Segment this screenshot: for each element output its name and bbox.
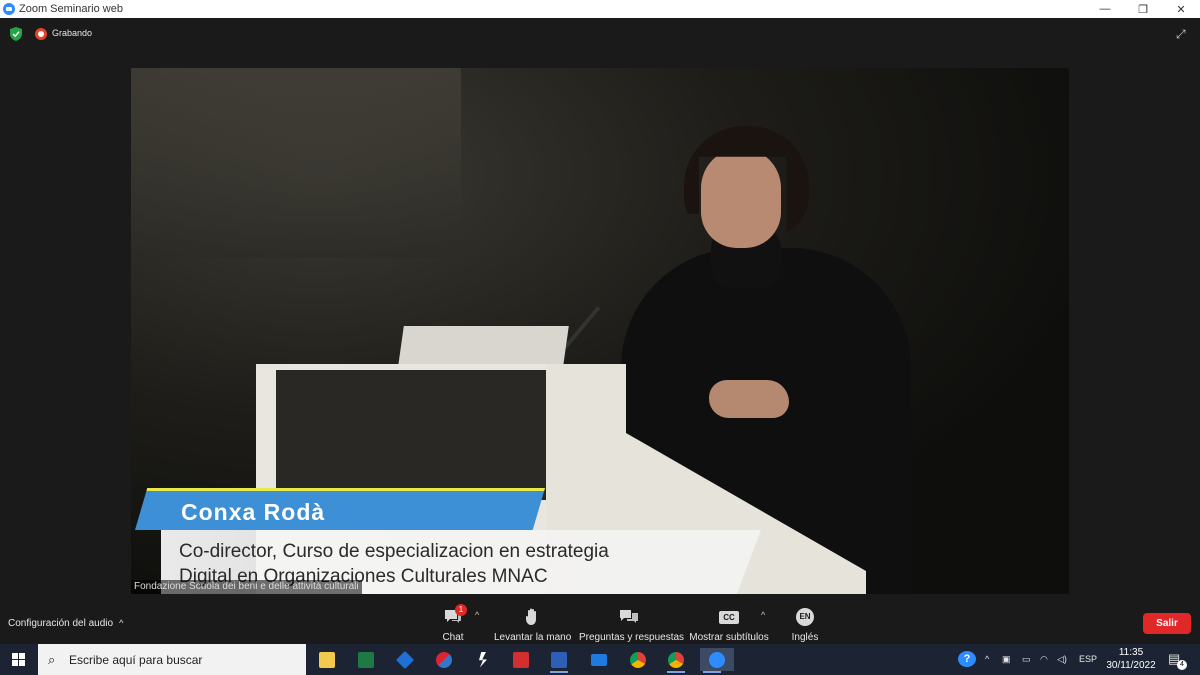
qa-button[interactable]: Preguntas y respuestas — [579, 606, 685, 644]
meeting-top-bar: Grabando ⤢ — [0, 18, 1200, 50]
restore-icon[interactable]: ❐ — [1124, 0, 1162, 18]
windows-taskbar: ⌕ Escribe aquí para buscar ? ^ ▣ ▭ ◠ ◁) … — [0, 644, 1200, 675]
captions-options-chevron-icon[interactable]: ^ — [761, 610, 765, 620]
leave-button[interactable]: Salir — [1143, 613, 1191, 634]
taskbar-app-chrome[interactable] — [626, 648, 650, 671]
show-hidden-icons-chevron-icon[interactable]: ^ — [985, 654, 989, 664]
taskbar-clock[interactable]: 11:35 30/11/2022 — [1106, 646, 1156, 672]
qa-label: Preguntas y respuestas — [579, 632, 685, 643]
dropbox-icon — [395, 650, 415, 669]
app-red-blue-icon — [436, 651, 452, 668]
language-label: Inglés — [791, 632, 819, 643]
captions-button[interactable]: CC Mostrar subtítulos — [689, 606, 769, 644]
language-interpretation-icon: EN — [796, 608, 814, 626]
app-s-icon — [479, 651, 487, 668]
audio-settings-label: Configuración del audio — [8, 618, 114, 629]
taskbar-app-excel[interactable] — [354, 648, 378, 671]
notifications-count: 4 — [1177, 660, 1187, 670]
qa-icon — [620, 610, 638, 623]
taskbar-app-dropbox[interactable] — [393, 648, 417, 671]
help-icon[interactable]: ? — [958, 651, 976, 667]
taskbar-search-box[interactable]: ⌕ Escribe aquí para buscar — [38, 644, 306, 675]
chrome-icon — [630, 651, 646, 668]
participant-name-label: Fondazione Scuola dei beni e delle attiv… — [131, 580, 362, 594]
caption-line-1: Co-director, Curso de especializacion en… — [179, 541, 609, 562]
closed-captions-icon: CC — [719, 610, 739, 624]
window-titlebar: Zoom Seminario web — ❐ ✕ — [0, 0, 1200, 18]
taskbar-app-mail[interactable] — [587, 648, 611, 671]
search-icon: ⌕ — [48, 652, 56, 667]
captions-label: Mostrar subtítulos — [689, 632, 769, 643]
lower-third-name-bar: Conxa Rodà — [135, 488, 545, 530]
raise-hand-label: Levantar la mano — [494, 632, 572, 643]
recording-status: Grabando — [52, 28, 93, 38]
chevron-up-icon[interactable]: ^ — [119, 618, 123, 628]
volume-icon[interactable]: ◁) — [1057, 654, 1067, 665]
hand-icon — [526, 608, 536, 625]
chat-unread-badge: 1 — [455, 604, 467, 616]
acrobat-icon — [513, 651, 529, 668]
close-icon[interactable]: ✕ — [1162, 0, 1200, 18]
speaker-name: Conxa Rodà — [181, 499, 326, 525]
taskbar-app-s[interactable] — [471, 648, 495, 671]
chat-options-chevron-icon[interactable]: ^ — [475, 610, 479, 620]
chrome-icon — [668, 651, 684, 668]
windows-start-icon[interactable] — [12, 653, 25, 666]
chat-label: Chat — [442, 632, 464, 643]
clock-date: 30/11/2022 — [1106, 660, 1156, 671]
taskbar-app-chrome-2[interactable] — [664, 648, 688, 673]
mail-icon — [591, 653, 607, 666]
video-feed: Conxa Rodà Co-director, Curso de especia… — [131, 68, 1069, 594]
raise-hand-button[interactable]: Levantar la mano — [494, 606, 572, 644]
taskbar-app-acrobat[interactable] — [509, 648, 533, 671]
fullscreen-icon[interactable]: ⤢ — [1176, 27, 1190, 41]
tray-app-icon[interactable]: ▣ — [1002, 654, 1011, 665]
zoom-icon — [709, 651, 725, 668]
taskbar-app-zoom[interactable] — [700, 648, 734, 673]
chat-button[interactable]: 1 Chat — [438, 604, 468, 644]
word-icon — [551, 651, 567, 668]
language-button[interactable]: EN Inglés — [790, 606, 820, 644]
minimize-icon[interactable]: — — [1086, 0, 1124, 18]
taskbar-app-file-explorer[interactable] — [315, 648, 339, 671]
taskbar-app-red-blue[interactable] — [432, 648, 456, 671]
battery-icon[interactable]: ▭ — [1022, 654, 1031, 665]
shield-icon[interactable] — [10, 27, 22, 41]
meeting-controls: Configuración del audio ^ 1 Chat ^ Levant… — [0, 594, 1200, 644]
audio-settings-button[interactable]: Configuración del audio ^ — [8, 618, 123, 629]
window-title: Zoom Seminario web — [19, 3, 123, 15]
input-language-indicator[interactable]: ESP — [1079, 654, 1097, 664]
excel-icon — [358, 651, 374, 668]
zoom-logo-icon — [3, 3, 15, 15]
recording-icon — [35, 28, 47, 40]
clock-time: 11:35 — [1118, 647, 1144, 658]
taskbar-app-word[interactable] — [547, 648, 571, 673]
wifi-icon[interactable]: ◠ — [1040, 654, 1048, 665]
taskbar-search-placeholder: Escribe aquí para buscar — [69, 653, 203, 667]
folder-icon — [319, 651, 335, 668]
